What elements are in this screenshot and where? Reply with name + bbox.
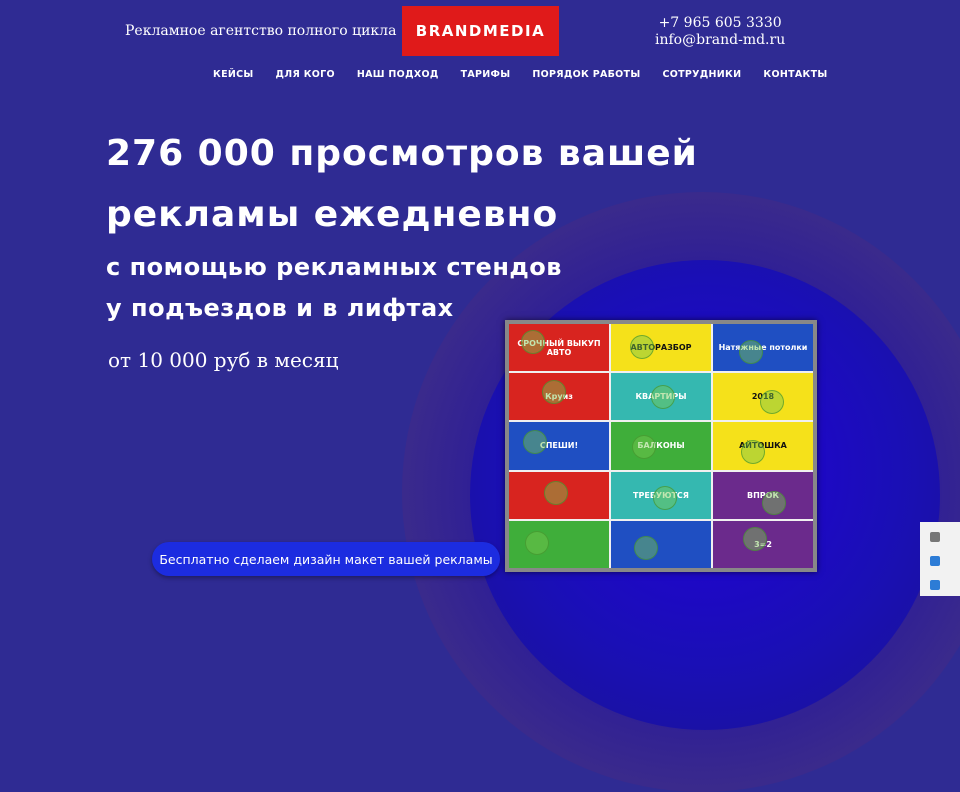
widget-icon-2[interactable] [930,556,940,566]
dollar-coin-icon [544,480,568,505]
hero-subtitle-line-2: у подъездов и в лифтах [106,294,454,322]
dollar-coin-icon [630,335,654,359]
main-nav: КЕЙСЫ ДЛЯ КОГО НАШ ПОДХОД ТАРИФЫ ПОРЯДОК… [213,69,828,80]
dollar-coin-icon [523,430,547,455]
free-design-button[interactable]: Бесплатно сделаем дизайн макет вашей рек… [152,542,500,576]
ad-tile: 3=2 [713,520,813,568]
brand-logo[interactable]: BRANDMEDIA [402,6,559,56]
dollar-coin-icon [741,440,765,465]
dollar-coin-icon [651,385,675,410]
widget-icon-1[interactable] [930,532,940,542]
dollar-coin-icon [525,530,549,555]
nav-item-contacts[interactable]: КОНТАКТЫ [763,69,827,80]
ad-tile [509,520,609,568]
dollar-coin-icon [739,340,763,364]
dollar-coin-icon [762,490,786,515]
ad-tile: СПЕШИ! [509,422,609,470]
nav-item-team[interactable]: СОТРУДНИКИ [662,69,741,80]
ad-tile: Натяжные потолки [713,324,813,372]
nav-item-audience[interactable]: ДЛЯ КОГО [276,69,335,80]
hero-title-line-2: рекламы ежедневно [106,194,559,235]
ad-tile: Круиз [509,373,609,421]
nav-item-cases[interactable]: КЕЙСЫ [213,69,254,80]
ad-tile [509,471,609,519]
dollar-coin-icon [542,380,566,405]
ad-grid: СРОЧНЫЙ ВЫКУП АВТО АВТОРАЗБОР Натяжные пот… [509,324,813,568]
ad-tile: 2018 [713,373,813,421]
dollar-coin-icon [634,535,658,560]
ad-tile: ВПРОК [713,471,813,519]
ad-tile: ТРЕБУЮТСЯ [611,471,711,519]
nav-item-process[interactable]: ПОРЯДОК РАБОТЫ [532,69,640,80]
email-link[interactable]: info@brand-md.ru [655,32,785,49]
side-widget[interactable] [920,522,960,596]
dollar-coin-icon [653,485,677,510]
contact-block: +7 965 605 3330 info@brand-md.ru [655,15,785,49]
hero-title-line-1: 276 000 просмотров вашей [106,133,698,174]
ad-tile: КВАРТИРЫ [611,373,711,421]
dollar-coin-icon [760,390,784,415]
dollar-coin-icon [632,435,656,460]
dollar-coin-icon [743,526,767,551]
advertising-board-image: СРОЧНЫЙ ВЫКУП АВТО АВТОРАЗБОР Натяжные пот… [505,320,817,572]
ad-tile: АЙТОШКА [713,422,813,470]
widget-icon-3[interactable] [930,580,940,590]
ad-tile: БАЛКОНЫ [611,422,711,470]
ad-tile: АВТОРАЗБОР [611,324,711,372]
agency-tagline: Рекламное агентство полного цикла [125,23,397,39]
phone-link[interactable]: +7 965 605 3330 [655,15,785,32]
dollar-coin-icon [521,330,545,354]
ad-tile [611,520,711,568]
hero-price: от 10 000 руб в месяц [108,348,339,372]
hero-subtitle-line-1: с помощью рекламных стендов [106,253,562,281]
nav-item-pricing[interactable]: ТАРИФЫ [461,69,511,80]
nav-item-approach[interactable]: НАШ ПОДХОД [357,69,439,80]
ad-tile: СРОЧНЫЙ ВЫКУП АВТО [509,324,609,372]
